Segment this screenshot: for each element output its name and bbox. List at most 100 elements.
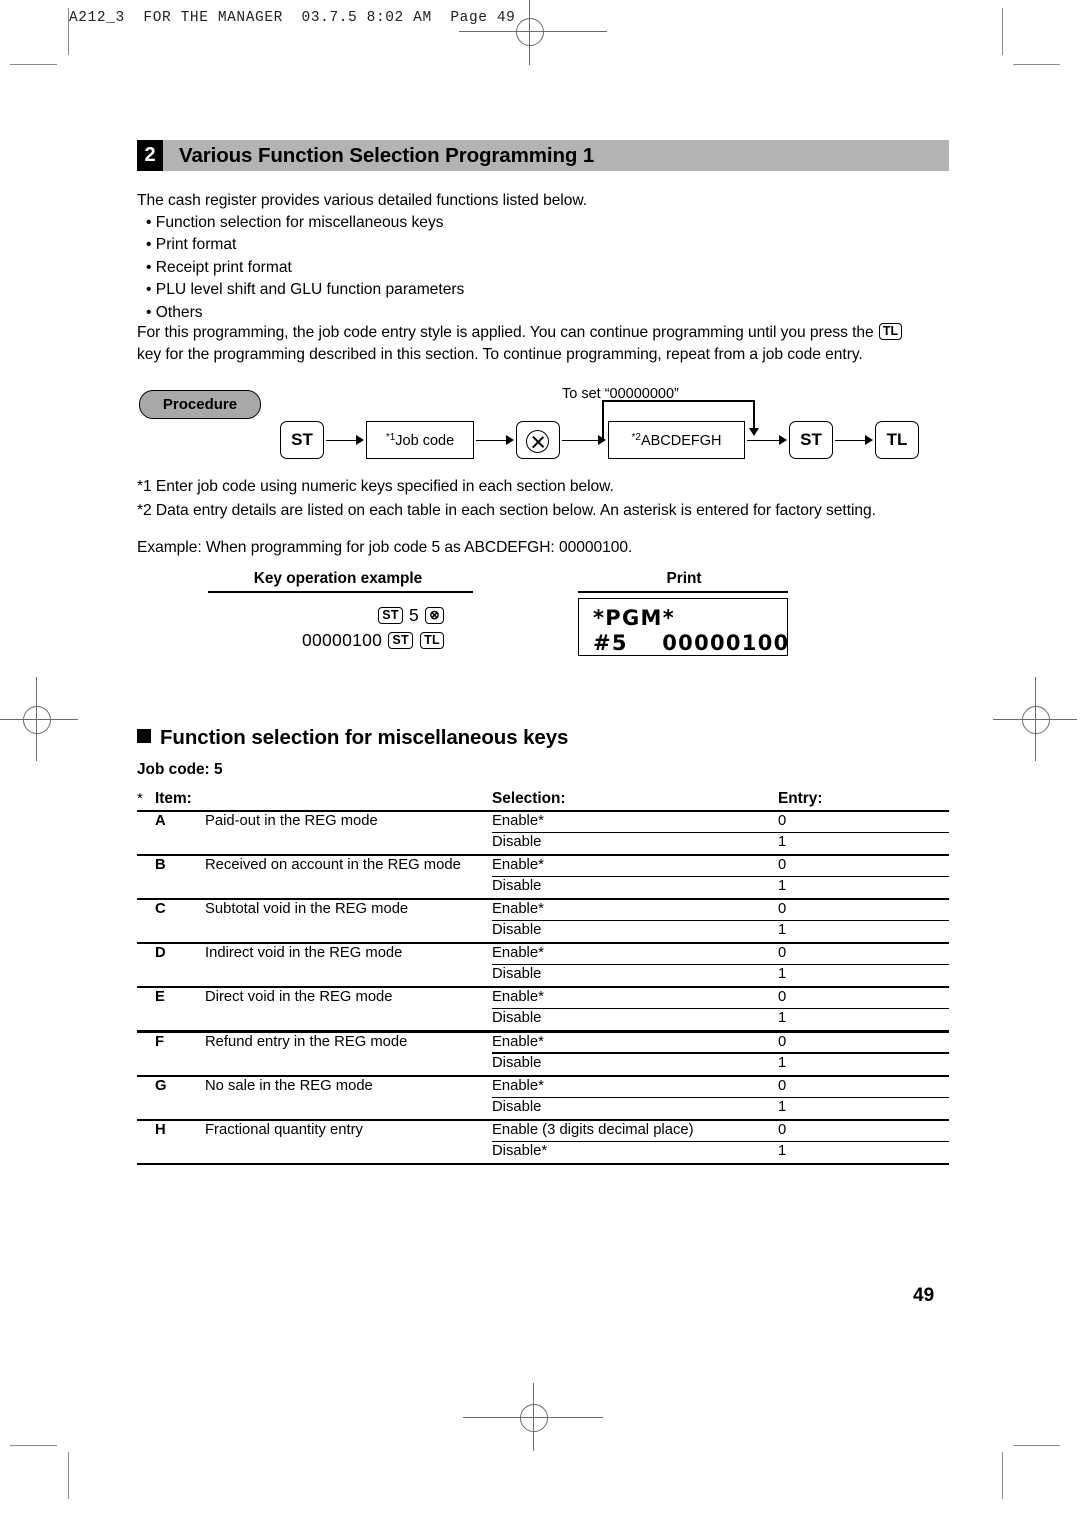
flow-arrow-5	[835, 435, 873, 445]
print-slug-text: A212_3 FOR THE MANAGER 03.7.5 8:02 AM Pa…	[69, 10, 516, 26]
crop-mark-top-left-horizontal	[10, 64, 57, 66]
section-title: Various Function Selection Programming 1	[179, 143, 595, 167]
flow-node-data-entry: *2ABCDEFGH	[608, 421, 745, 459]
row-selection: Disable*	[492, 1142, 548, 1159]
row-selection: Enable*	[492, 901, 544, 918]
list-item: • Function selection for miscellaneous k…	[146, 214, 444, 231]
print-header-rule	[578, 591, 788, 593]
table-row: Disable 1	[137, 1009, 949, 1030]
flow-node-job-code: *1Job code	[366, 421, 474, 459]
crop-mark-bottom-right-vertical	[1002, 1452, 1004, 1499]
row-selection: Disable	[492, 1010, 542, 1027]
function-selection-table: Item: Selection: Entry: A Paid-out in the…	[137, 786, 949, 1165]
row-item-label: Refund entry in the REG mode	[205, 1033, 408, 1050]
key-operation-line-1: ST 5 ⊗	[208, 603, 445, 628]
row-selection: Enable*	[492, 857, 544, 874]
row-letter: E	[155, 989, 165, 1006]
job-code-digit: 5	[409, 605, 420, 625]
tl-key-inline: TL	[878, 323, 903, 340]
multiply-key: ⊗	[425, 607, 444, 624]
row-entry-value: 1	[778, 834, 787, 851]
crop-mark-bottom-left-vertical	[68, 1452, 70, 1499]
table-row: F Refund entry in the REG mode Enable* 0	[137, 1033, 949, 1054]
row-entry-value: 0	[778, 901, 787, 918]
row-entry-value: 1	[778, 1010, 787, 1027]
row-item-label: No sale in the REG mode	[205, 1077, 373, 1094]
row-entry-value: 0	[778, 945, 787, 962]
flow-loop-label: To set “00000000”	[562, 386, 679, 402]
table-row: Disable 1	[137, 833, 949, 854]
table-row: B Received on account in the REG mode Enab…	[137, 856, 949, 878]
row-letter: D	[155, 945, 166, 962]
table-row: Disable 1	[137, 921, 949, 942]
row-item-label: Subtotal void in the REG mode	[205, 901, 409, 918]
flow-node-st-start: ST	[280, 421, 324, 459]
row-selection: Disable	[492, 1054, 542, 1071]
column-header-entry: Entry:	[778, 790, 823, 807]
row-entry-value: 1	[778, 966, 787, 983]
row-selection: Enable*	[492, 813, 544, 830]
row-entry-value: 0	[778, 1121, 787, 1138]
key-operation-header-rule	[208, 591, 473, 593]
row-letter: F	[155, 1033, 165, 1050]
table-row: Disable 1	[137, 1054, 949, 1075]
column-header-selection: Selection:	[492, 790, 566, 807]
row-item-label: Paid-out in the REG mode	[205, 813, 378, 830]
row-item-label: Fractional quantity entry	[205, 1121, 363, 1138]
page-number: 49	[913, 1285, 935, 1306]
row-selection: Enable*	[492, 989, 544, 1006]
intro-body-first-part: For this programming, the job code entry…	[137, 324, 878, 341]
intro-body-paragraph: For this programming, the job code entry…	[137, 322, 955, 366]
row-entry-value: 1	[778, 1054, 787, 1071]
row-entry-value: 1	[778, 1098, 787, 1115]
row-selection: Disable	[492, 878, 542, 895]
multiply-icon	[526, 430, 549, 453]
row-item-label: Received on account in the REG mode	[205, 857, 461, 874]
table-row: H Fractional quantity entry Enable (3 digi…	[137, 1121, 949, 1142]
square-bullet-icon	[137, 729, 151, 743]
row-letter: B	[155, 857, 166, 874]
flow-arrow-2	[476, 435, 514, 445]
st-key: ST	[388, 632, 413, 649]
receipt-line-1: *PGM*	[593, 606, 675, 630]
table-row: A Paid-out in the REG mode Enable* 0	[137, 812, 949, 834]
list-item: • PLU level shift and GLU function param…	[146, 281, 465, 299]
row-item-label: Indirect void in the REG mode	[205, 945, 403, 962]
job-code-line: Job code: 5	[137, 761, 223, 779]
crop-mark-bottom-left-horizontal	[10, 1445, 57, 1447]
list-item: • Others	[146, 303, 203, 321]
row-entry-value: 1	[778, 878, 787, 895]
table-row: Disable 1	[137, 1098, 949, 1119]
flow-arrow-3	[562, 435, 606, 445]
flow-arrow-1	[326, 435, 364, 445]
row-selection: Enable (3 digits decimal place)	[492, 1121, 694, 1138]
flow-node-st-end: ST	[789, 421, 833, 459]
table-row: E Direct void in the REG mode Enable* 0	[137, 988, 949, 1010]
row-letter: G	[155, 1077, 167, 1094]
row-entry-value: 0	[778, 989, 787, 1006]
row-selection: Enable*	[492, 1077, 544, 1094]
crop-mark-top-right-horizontal	[1013, 64, 1060, 66]
document-page: A212_3 FOR THE MANAGER 03.7.5 8:02 AM Pa…	[0, 0, 1080, 1528]
print-column-header: Print	[666, 570, 702, 587]
row-entry-value: 1	[778, 1142, 787, 1159]
subsection-heading-text: Function selection for miscellaneous key…	[160, 726, 569, 749]
data-entry-label: ABCDEFGH	[640, 432, 722, 449]
data-footnote-marker: *2	[631, 431, 641, 443]
procedure-badge: Procedure	[139, 390, 261, 419]
table-row: D Indirect void in the REG mode Enable* 0	[137, 944, 949, 966]
section-number-badge: 2	[137, 140, 163, 171]
receipt-line-2: #5 00000100	[593, 631, 790, 655]
tl-key: TL	[420, 632, 444, 649]
footnote-2: *2 Data entry details are listed on each…	[137, 502, 876, 519]
row-selection: Disable	[492, 922, 542, 939]
st-key: ST	[378, 607, 403, 624]
table-bottom-border	[137, 1162, 949, 1165]
intro-lead: The cash register provides various detai…	[137, 192, 587, 209]
list-item: • Receipt print format	[146, 258, 292, 276]
footnote-1: *1 Enter job code using numeric keys spe…	[137, 478, 614, 495]
intro-body-second-part: key for the programming described in thi…	[137, 346, 863, 363]
row-entry-value: 1	[778, 922, 787, 939]
row-selection: Enable*	[492, 1033, 544, 1050]
flow-node-multiply-key	[516, 421, 560, 459]
